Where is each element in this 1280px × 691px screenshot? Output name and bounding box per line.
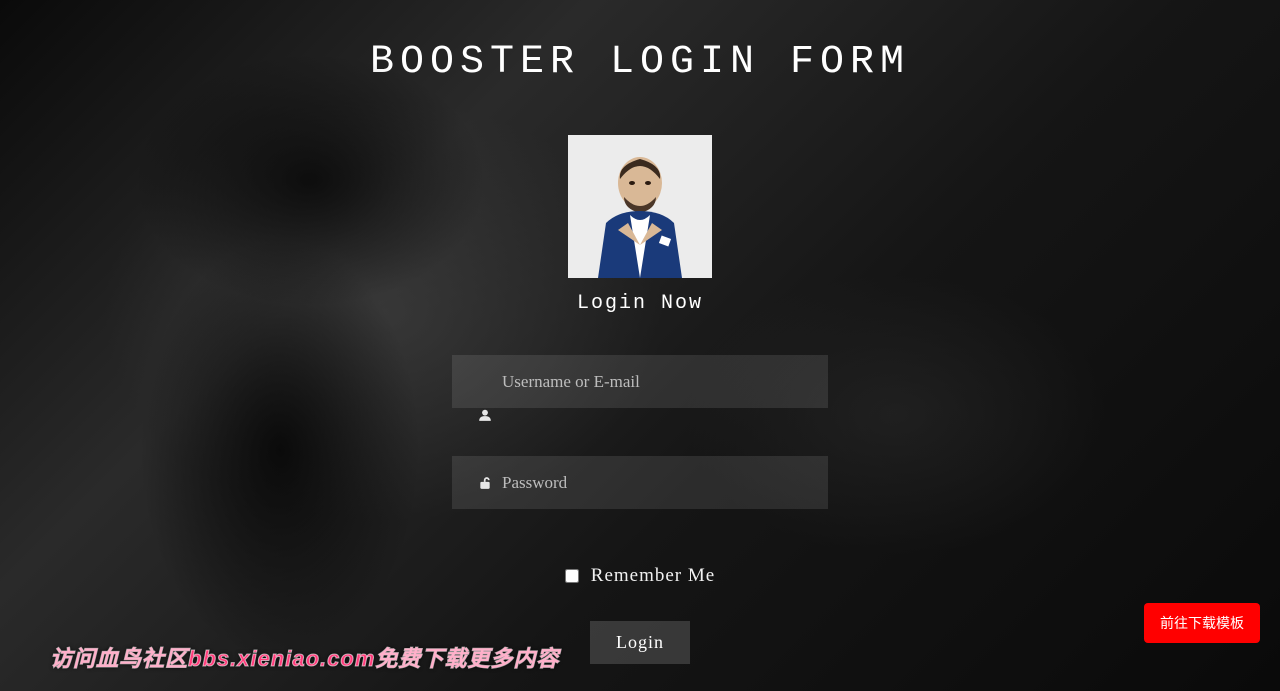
password-field-wrap xyxy=(452,456,828,509)
avatar xyxy=(568,135,712,278)
remember-label[interactable]: Remember Me xyxy=(591,565,715,587)
password-input[interactable] xyxy=(452,456,828,509)
avatar-image xyxy=(568,135,712,278)
login-form-container: Login Now Remember Me Login xyxy=(430,135,850,664)
remember-checkbox[interactable] xyxy=(565,569,579,583)
login-form: Remember Me Login xyxy=(430,355,850,664)
page-title: BOOSTER LOGIN FORM xyxy=(0,0,1280,85)
user-icon xyxy=(478,408,492,422)
username-field-wrap xyxy=(452,355,828,408)
login-subtitle: Login Now xyxy=(430,292,850,315)
download-template-button[interactable]: 前往下载模板 xyxy=(1144,603,1260,643)
username-input[interactable] xyxy=(452,355,828,408)
login-button[interactable]: Login xyxy=(590,621,690,664)
remember-row: Remember Me xyxy=(430,565,850,587)
